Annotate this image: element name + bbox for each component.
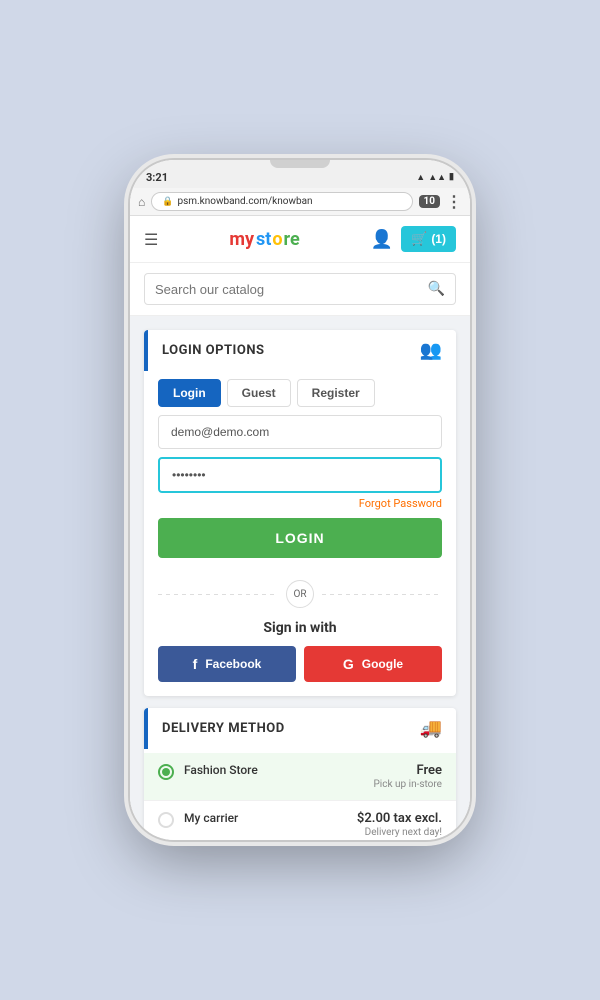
forgot-password-link[interactable]: Forgot Password xyxy=(158,497,442,510)
google-login-button[interactable]: G Google xyxy=(304,646,442,682)
or-label: OR xyxy=(286,580,314,608)
delivery-option-fashion-store[interactable]: Fashion Store Free Pick up in-store xyxy=(144,753,456,801)
delivery-info-my-carrier: My carrier xyxy=(184,811,347,825)
logo-re: re xyxy=(284,229,300,250)
facebook-icon: f xyxy=(193,656,198,672)
register-tab[interactable]: Register xyxy=(297,379,375,407)
my-carrier-sub: Delivery next day! xyxy=(357,827,442,838)
home-icon[interactable]: ⌂ xyxy=(138,195,145,209)
wifi-icon: ▲ xyxy=(416,172,425,183)
login-form: Forgot Password LOGIN xyxy=(144,415,456,572)
login-card: LOGIN OPTIONS 👥 Login Guest Register For… xyxy=(144,330,456,696)
or-divider: OR xyxy=(144,572,456,616)
login-tab[interactable]: Login xyxy=(158,379,221,407)
sign-in-section: Sign in with f Facebook G Google xyxy=(144,616,456,696)
radio-button-my-carrier[interactable] xyxy=(158,812,174,828)
my-carrier-name: My carrier xyxy=(184,811,347,825)
fashion-store-price-area: Free Pick up in-store xyxy=(374,763,443,790)
radio-button-fashion-store[interactable] xyxy=(158,764,174,780)
delivery-options: Fashion Store Free Pick up in-store My c… xyxy=(144,749,456,840)
divider-line-right xyxy=(322,594,442,595)
delivery-method-title: DELIVERY METHOD xyxy=(162,721,285,736)
status-bar: 3:21 ▲ ▲▲ ▮ xyxy=(130,160,470,188)
delivery-option-my-carrier[interactable]: My carrier $2.00 tax excl. Delivery next… xyxy=(144,801,456,840)
browser-bar: ⌂ 🔒 psm.knowband.com/knowban 10 ⋮ xyxy=(130,188,470,216)
store-logo: my store xyxy=(229,229,299,250)
header-icons: 👤 🛒 (1) xyxy=(371,226,456,252)
divider-line-left xyxy=(158,594,278,595)
social-buttons: f Facebook G Google xyxy=(158,646,442,682)
search-container: 🔍 xyxy=(130,263,470,316)
facebook-login-button[interactable]: f Facebook xyxy=(158,646,296,682)
hamburger-menu-icon[interactable]: ☰ xyxy=(144,230,158,249)
logo-o: o xyxy=(272,229,282,250)
google-icon: G xyxy=(343,656,354,672)
search-input[interactable] xyxy=(155,282,428,297)
delivery-card-header: DELIVERY METHOD 🚚 xyxy=(144,708,456,749)
cart-button[interactable]: 🛒 (1) xyxy=(401,226,456,252)
status-time: 3:21 xyxy=(146,171,168,184)
main-content: LOGIN OPTIONS 👥 Login Guest Register For… xyxy=(130,316,470,840)
logo-st: st xyxy=(256,229,271,250)
search-icon: 🔍 xyxy=(428,281,445,297)
url-text: psm.knowband.com/knowban xyxy=(177,196,312,207)
search-input-wrapper[interactable]: 🔍 xyxy=(144,273,456,305)
login-options-title: LOGIN OPTIONS xyxy=(162,343,265,358)
cart-icon: 🛒 xyxy=(411,231,427,247)
signal-icon: ▲▲ xyxy=(428,172,446,183)
delivery-card: DELIVERY METHOD 🚚 Fashion Store Free xyxy=(144,708,456,840)
fashion-store-name: Fashion Store xyxy=(184,763,364,777)
phone-notch xyxy=(270,160,330,168)
browser-menu-icon[interactable]: ⋮ xyxy=(446,192,462,211)
login-card-header: LOGIN OPTIONS 👥 xyxy=(144,330,456,371)
store-header: ☰ my store 👤 🛒 (1) xyxy=(130,216,470,263)
cart-count: (1) xyxy=(431,232,446,246)
logo-my: my xyxy=(229,229,254,250)
delivery-truck-icon: 🚚 xyxy=(420,718,442,739)
tab-count[interactable]: 10 xyxy=(419,195,440,208)
login-button[interactable]: LOGIN xyxy=(158,518,442,558)
phone-frame: 3:21 ▲ ▲▲ ▮ ⌂ 🔒 psm.knowband.com/knowban… xyxy=(130,160,470,840)
google-label: Google xyxy=(362,657,403,671)
login-tabs: Login Guest Register xyxy=(144,371,456,415)
radio-inner xyxy=(162,768,170,776)
user-account-icon[interactable]: 👤 xyxy=(371,229,393,250)
fashion-store-sub: Pick up in-store xyxy=(374,779,443,790)
guest-tab[interactable]: Guest xyxy=(227,379,291,407)
password-field[interactable] xyxy=(158,457,442,493)
my-carrier-price: $2.00 tax excl. xyxy=(357,811,442,826)
delivery-info-fashion-store: Fashion Store xyxy=(184,763,364,777)
battery-icon: ▮ xyxy=(449,172,454,182)
url-bar[interactable]: 🔒 psm.knowband.com/knowban xyxy=(151,192,412,211)
status-icons: ▲ ▲▲ ▮ xyxy=(416,172,454,183)
lock-icon: 🔒 xyxy=(162,197,173,207)
my-carrier-price-area: $2.00 tax excl. Delivery next day! xyxy=(357,811,442,838)
screen-content: ☰ my store 👤 🛒 (1) 🔍 xyxy=(130,216,470,840)
email-field[interactable] xyxy=(158,415,442,449)
facebook-label: Facebook xyxy=(205,657,261,671)
login-options-icon: 👥 xyxy=(420,340,442,361)
fashion-store-price: Free xyxy=(374,763,443,778)
sign-in-title: Sign in with xyxy=(158,620,442,636)
